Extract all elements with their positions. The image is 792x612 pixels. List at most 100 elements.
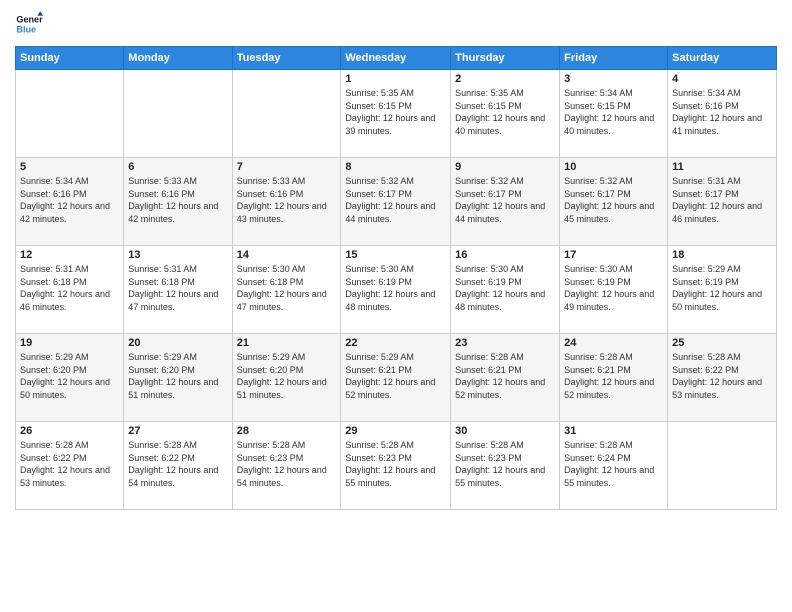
day-number: 1 bbox=[345, 73, 446, 85]
calendar: SundayMondayTuesdayWednesdayThursdayFrid… bbox=[15, 46, 777, 510]
calendar-cell: 22 Sunrise: 5:29 AM Sunset: 6:21 PM Dayli… bbox=[341, 334, 451, 422]
calendar-cell: 2Sunrise: 5:35 AM Sunset: 6:15 PM Daylig… bbox=[451, 70, 560, 158]
calendar-cell: 4 Sunrise: 5:34 AM Sunset: 6:16 PM Daylig… bbox=[668, 70, 777, 158]
day-number: 12 bbox=[20, 249, 119, 261]
day-info: Sunrise: 5:28 AM Sunset: 6:22 PM Dayligh… bbox=[20, 439, 119, 489]
day-number: 6 bbox=[128, 161, 227, 173]
calendar-cell: 27 Sunrise: 5:28 AM Sunset: 6:22 PM Dayli… bbox=[124, 422, 232, 510]
week-row-2: 5Sunrise: 5:34 AM Sunset: 6:16 PM Daylig… bbox=[16, 158, 777, 246]
weekday-header-monday: Monday bbox=[124, 47, 232, 70]
day-number: 2 bbox=[455, 73, 555, 85]
day-info: Sunrise: 5:30 AM Sunset: 6:19 PM Dayligh… bbox=[455, 263, 555, 313]
day-info: Sunrise: 5:29 AM Sunset: 6:21 PM Dayligh… bbox=[345, 351, 446, 401]
day-number: 13 bbox=[128, 249, 227, 261]
day-info: Sunrise: 5:33 AM Sunset: 6:16 PM Dayligh… bbox=[128, 175, 227, 225]
day-number: 10 bbox=[564, 161, 663, 173]
weekday-header-wednesday: Wednesday bbox=[341, 47, 451, 70]
day-info: Sunrise: 5:35 AM Sunset: 6:15 PM Dayligh… bbox=[345, 87, 446, 137]
calendar-cell: 30 Sunrise: 5:28 AM Sunset: 6:23 PM Dayli… bbox=[451, 422, 560, 510]
day-number: 3 bbox=[564, 73, 663, 85]
day-number: 5 bbox=[20, 161, 119, 173]
day-number: 17 bbox=[564, 249, 663, 261]
day-number: 11 bbox=[672, 161, 772, 173]
calendar-cell: 15 Sunrise: 5:30 AM Sunset: 6:19 PM Dayli… bbox=[341, 246, 451, 334]
calendar-cell: 10Sunrise: 5:32 AM Sunset: 6:17 PM Dayli… bbox=[560, 158, 668, 246]
day-number: 21 bbox=[237, 337, 337, 349]
day-number: 28 bbox=[237, 425, 337, 437]
day-info: Sunrise: 5:28 AM Sunset: 6:22 PM Dayligh… bbox=[128, 439, 227, 489]
calendar-cell: 26 Sunrise: 5:28 AM Sunset: 6:22 PM Dayli… bbox=[16, 422, 124, 510]
calendar-cell bbox=[232, 70, 341, 158]
day-number: 26 bbox=[20, 425, 119, 437]
calendar-cell: 20 Sunrise: 5:29 AM Sunset: 6:20 PM Dayli… bbox=[124, 334, 232, 422]
calendar-cell: 13 Sunrise: 5:31 AM Sunset: 6:18 PM Dayli… bbox=[124, 246, 232, 334]
day-info: Sunrise: 5:28 AM Sunset: 6:21 PM Dayligh… bbox=[564, 351, 663, 401]
calendar-cell: 19Sunrise: 5:29 AM Sunset: 6:20 PM Dayli… bbox=[16, 334, 124, 422]
calendar-cell: 3 Sunrise: 5:34 AM Sunset: 6:15 PM Daylig… bbox=[560, 70, 668, 158]
day-info: Sunrise: 5:28 AM Sunset: 6:24 PM Dayligh… bbox=[564, 439, 663, 489]
weekday-header-saturday: Saturday bbox=[668, 47, 777, 70]
calendar-cell: 24 Sunrise: 5:28 AM Sunset: 6:21 PM Dayli… bbox=[560, 334, 668, 422]
calendar-cell: 21 Sunrise: 5:29 AM Sunset: 6:20 PM Dayli… bbox=[232, 334, 341, 422]
calendar-cell: 25 Sunrise: 5:28 AM Sunset: 6:22 PM Dayli… bbox=[668, 334, 777, 422]
day-number: 29 bbox=[345, 425, 446, 437]
weekday-header-tuesday: Tuesday bbox=[232, 47, 341, 70]
weekday-header-friday: Friday bbox=[560, 47, 668, 70]
calendar-cell bbox=[668, 422, 777, 510]
day-number: 20 bbox=[128, 337, 227, 349]
day-info: Sunrise: 5:30 AM Sunset: 6:18 PM Dayligh… bbox=[237, 263, 337, 313]
day-number: 22 bbox=[345, 337, 446, 349]
day-info: Sunrise: 5:31 AM Sunset: 6:17 PM Dayligh… bbox=[672, 175, 772, 225]
day-number: 8 bbox=[345, 161, 446, 173]
day-number: 30 bbox=[455, 425, 555, 437]
calendar-cell bbox=[124, 70, 232, 158]
weekday-header-row: SundayMondayTuesdayWednesdayThursdayFrid… bbox=[16, 47, 777, 70]
day-number: 15 bbox=[345, 249, 446, 261]
day-number: 14 bbox=[237, 249, 337, 261]
logo: General Blue bbox=[15, 10, 47, 38]
day-number: 4 bbox=[672, 73, 772, 85]
day-number: 18 bbox=[672, 249, 772, 261]
header: General Blue bbox=[15, 10, 777, 38]
day-info: Sunrise: 5:33 AM Sunset: 6:16 PM Dayligh… bbox=[237, 175, 337, 225]
week-row-5: 26 Sunrise: 5:28 AM Sunset: 6:22 PM Dayli… bbox=[16, 422, 777, 510]
calendar-cell: 31Sunrise: 5:28 AM Sunset: 6:24 PM Dayli… bbox=[560, 422, 668, 510]
svg-text:General: General bbox=[16, 15, 43, 25]
day-number: 24 bbox=[564, 337, 663, 349]
day-info: Sunrise: 5:29 AM Sunset: 6:19 PM Dayligh… bbox=[672, 263, 772, 313]
calendar-cell: 23Sunrise: 5:28 AM Sunset: 6:21 PM Dayli… bbox=[451, 334, 560, 422]
week-row-1: 1 Sunrise: 5:35 AM Sunset: 6:15 PM Daylig… bbox=[16, 70, 777, 158]
day-info: Sunrise: 5:34 AM Sunset: 6:15 PM Dayligh… bbox=[564, 87, 663, 137]
day-info: Sunrise: 5:30 AM Sunset: 6:19 PM Dayligh… bbox=[345, 263, 446, 313]
calendar-cell bbox=[16, 70, 124, 158]
calendar-cell: 5Sunrise: 5:34 AM Sunset: 6:16 PM Daylig… bbox=[16, 158, 124, 246]
logo-icon: General Blue bbox=[15, 10, 43, 38]
day-info: Sunrise: 5:28 AM Sunset: 6:22 PM Dayligh… bbox=[672, 351, 772, 401]
calendar-cell: 8 Sunrise: 5:32 AM Sunset: 6:17 PM Daylig… bbox=[341, 158, 451, 246]
week-row-3: 12 Sunrise: 5:31 AM Sunset: 6:18 PM Dayli… bbox=[16, 246, 777, 334]
calendar-cell: 9 Sunrise: 5:32 AM Sunset: 6:17 PM Daylig… bbox=[451, 158, 560, 246]
day-info: Sunrise: 5:30 AM Sunset: 6:19 PM Dayligh… bbox=[564, 263, 663, 313]
calendar-cell: 1 Sunrise: 5:35 AM Sunset: 6:15 PM Daylig… bbox=[341, 70, 451, 158]
day-number: 7 bbox=[237, 161, 337, 173]
weekday-header-sunday: Sunday bbox=[16, 47, 124, 70]
week-row-4: 19 Sunrise: 5:29 AM Sunset: 6:20 PM Dayli… bbox=[16, 334, 777, 422]
day-info: Sunrise: 5:31 AM Sunset: 6:18 PM Dayligh… bbox=[20, 263, 119, 313]
day-info: Sunrise: 5:32 AM Sunset: 6:17 PM Dayligh… bbox=[455, 175, 555, 225]
day-number: 23 bbox=[455, 337, 555, 349]
day-info: Sunrise: 5:28 AM Sunset: 6:23 PM Dayligh… bbox=[455, 439, 555, 489]
day-info: Sunrise: 5:34 AM Sunset: 6:16 PM Dayligh… bbox=[672, 87, 772, 137]
calendar-cell: 28Sunrise: 5:28 AM Sunset: 6:23 PM Dayli… bbox=[232, 422, 341, 510]
day-info: Sunrise: 5:29 AM Sunset: 6:20 PM Dayligh… bbox=[237, 351, 337, 401]
day-number: 19 bbox=[20, 337, 119, 349]
day-info: Sunrise: 5:29 AM Sunset: 6:20 PM Dayligh… bbox=[128, 351, 227, 401]
day-number: 25 bbox=[672, 337, 772, 349]
day-number: 9 bbox=[455, 161, 555, 173]
day-info: Sunrise: 5:32 AM Sunset: 6:17 PM Dayligh… bbox=[345, 175, 446, 225]
calendar-cell: 6 Sunrise: 5:33 AM Sunset: 6:16 PM Daylig… bbox=[124, 158, 232, 246]
calendar-cell: 12 Sunrise: 5:31 AM Sunset: 6:18 PM Dayli… bbox=[16, 246, 124, 334]
page: General Blue SundayMondayTuesdayWednesda… bbox=[0, 0, 792, 612]
day-info: Sunrise: 5:31 AM Sunset: 6:18 PM Dayligh… bbox=[128, 263, 227, 313]
calendar-cell: 17 Sunrise: 5:30 AM Sunset: 6:19 PM Dayli… bbox=[560, 246, 668, 334]
day-number: 27 bbox=[128, 425, 227, 437]
